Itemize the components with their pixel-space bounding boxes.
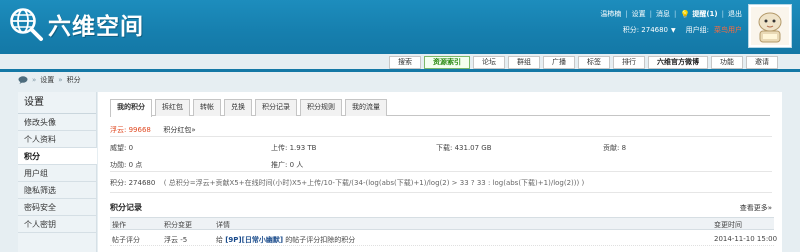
records-table-header: 操作 积分变更 详情 变更时间 xyxy=(110,217,774,230)
view-more-link[interactable]: 查看更多» xyxy=(740,203,772,213)
menu-groups[interactable]: 群组 xyxy=(508,56,540,69)
row-change: 浮云 -5 xyxy=(164,236,188,244)
avatar[interactable] xyxy=(748,4,792,48)
site-header: 六维空间 温柿楠 | 设置 | 消息 | 💡 提醒(1) | 退出 积分: 27… xyxy=(0,0,800,54)
nav-separator: | xyxy=(674,10,677,18)
records-title: 积分记录 xyxy=(110,203,142,212)
col-detail: 详情 xyxy=(216,221,230,229)
chevron-down-icon[interactable]: ▼ xyxy=(671,27,676,34)
tuiguang-stat: 推广: 0 人 xyxy=(271,161,304,169)
gongxun-stat: 功勋: 0 点 xyxy=(110,161,143,169)
breadcrumb-points: 积分 xyxy=(66,76,81,84)
menu-forum[interactable]: 论坛 xyxy=(473,56,505,69)
row-detail-prefix: 给 xyxy=(216,236,223,244)
row-detail: 给 [9P][日常小幽默] 的帖子评分扣除的积分 xyxy=(216,235,355,245)
menu-underline xyxy=(0,69,800,72)
contribution-stat: 贡献: 8 xyxy=(603,144,627,152)
menu-ranking[interactable]: 排行 xyxy=(613,56,645,69)
col-time: 变更时间 xyxy=(714,221,742,229)
menu-broadcast[interactable]: 广播 xyxy=(543,56,575,69)
download-stat: 下载: 431.07 GB xyxy=(436,144,492,152)
sidebar-item-avatar[interactable]: 修改头像 xyxy=(18,114,96,131)
user-group-label: 用户组: xyxy=(685,26,709,34)
nav-separator: | xyxy=(721,10,724,18)
upload-stat: 上传: 1.93 TB xyxy=(271,144,317,152)
settings-link[interactable]: 设置 xyxy=(632,9,646,19)
sidebar-item-passkey[interactable]: 个人密钥 xyxy=(18,216,96,233)
messages-link[interactable]: 消息 xyxy=(656,9,670,19)
menu-official-weibo[interactable]: 六维官方微博 xyxy=(648,56,708,69)
avatar-image xyxy=(751,7,789,45)
username-link[interactable]: 温柿楠 xyxy=(600,9,621,19)
points-panel: 我的积分 拆红包 转帐 兑换 积分记录 积分规则 我的流量 浮云: 99668 … xyxy=(98,92,782,252)
breadcrumb-separator: » xyxy=(32,76,37,84)
nav-separator: | xyxy=(649,10,653,18)
menu-functions[interactable]: 功能 xyxy=(711,56,743,69)
tab-points-rules[interactable]: 积分规则 xyxy=(300,99,342,116)
account-summary: 积分: 274680 ▼ 用户组: 菜鸟用户 xyxy=(623,25,742,35)
row-detail-suffix: 的帖子评分扣除的积分 xyxy=(285,236,356,244)
sidebar-item-usergroup[interactable]: 用户组 xyxy=(18,165,96,182)
breadcrumb-settings[interactable]: 设置 xyxy=(40,75,54,85)
tab-exchange[interactable]: 兑换 xyxy=(224,99,252,116)
tab-my-points[interactable]: 我的积分 xyxy=(110,99,152,117)
fuyun-value: 浮云: 99668 xyxy=(110,126,151,134)
tab-points-log[interactable]: 积分记录 xyxy=(255,99,297,116)
main-menu: 搜索 资源索引 论坛 群组 广播 标签 排行 六维官方微博 功能 邀请 xyxy=(386,56,778,69)
sidebar-item-password[interactable]: 密码安全 xyxy=(18,199,96,216)
lightbulb-icon: 💡 xyxy=(680,9,691,19)
top-user-nav: 温柿楠 | 设置 | 消息 | 💡 提醒(1) | 退出 xyxy=(600,9,742,19)
col-change: 积分变更 xyxy=(164,221,192,229)
sidebar-item-privacy[interactable]: 隐私筛选 xyxy=(18,182,96,199)
site-name: 六维空间 xyxy=(48,14,144,40)
weiwang-stat: 威望: 0 xyxy=(110,144,134,152)
points-formula: ( 总积分=浮云+贡献X5+在线时间(小时)X5+上传/10-下载/(34-(l… xyxy=(163,179,585,187)
breadcrumb: » 设置 » 积分 xyxy=(18,75,81,85)
sidebar-title: 设置 xyxy=(18,92,96,114)
speech-bubble-icon xyxy=(18,76,28,84)
tab-transfer[interactable]: 转帐 xyxy=(193,99,221,116)
points-tabs: 我的积分 拆红包 转帐 兑换 积分记录 积分规则 我的流量 xyxy=(110,99,770,117)
red-packet-link[interactable]: 积分红包» xyxy=(163,126,195,134)
menu-tags[interactable]: 标签 xyxy=(578,56,610,69)
divider xyxy=(110,171,772,172)
score-dropdown[interactable]: 积分: 274680 xyxy=(623,25,668,35)
breadcrumb-separator: » xyxy=(58,76,63,84)
tab-red-packet[interactable]: 拆红包 xyxy=(155,99,190,116)
site-logo[interactable]: 六维空间 xyxy=(8,6,144,42)
row-time: 2014-11-10 15:00 xyxy=(714,235,778,243)
table-row: 帖子评分 浮云 -5 给 [9P][日常小幽默] 的帖子评分扣除的积分 2014… xyxy=(110,233,778,246)
fuyun-row: 浮云: 99668 积分红包» xyxy=(110,125,196,135)
row-detail-link[interactable]: [9P][日常小幽默] xyxy=(225,236,283,244)
exit-link[interactable]: 退出 xyxy=(728,9,742,19)
globe-magnifier-icon xyxy=(10,8,43,41)
divider xyxy=(110,136,772,137)
nav-separator: | xyxy=(625,10,628,18)
row-operation: 帖子评分 xyxy=(112,236,140,244)
divider xyxy=(110,192,772,193)
tab-my-traffic[interactable]: 我的流量 xyxy=(345,99,387,116)
menu-search[interactable]: 搜索 xyxy=(389,56,421,69)
user-group-value[interactable]: 菜鸟用户 xyxy=(714,25,742,35)
sidebar-item-profile[interactable]: 个人资料 xyxy=(18,131,96,148)
sidebar-item-points[interactable]: 积分 xyxy=(18,148,97,165)
points-total: 积分: 274680 xyxy=(110,179,156,187)
col-operation: 操作 xyxy=(112,221,126,229)
points-total-row: 积分: 274680 ( 总积分=浮云+贡献X5+在线时间(小时)X5+上传/1… xyxy=(110,178,584,188)
reminder-link[interactable]: 提醒(1) xyxy=(692,9,717,19)
menu-invite[interactable]: 邀请 xyxy=(746,56,778,69)
menu-resource-index[interactable]: 资源索引 xyxy=(424,56,470,69)
settings-sidebar: 设置 修改头像 个人资料 积分 用户组 隐私筛选 密码安全 个人密钥 xyxy=(18,92,97,252)
